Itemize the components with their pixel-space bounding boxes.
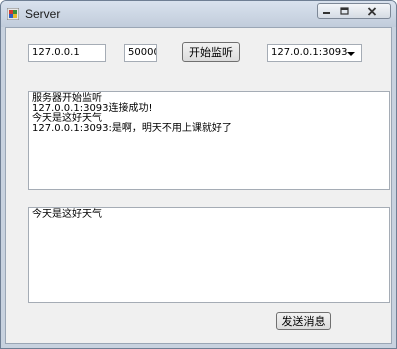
close-button[interactable]: [353, 3, 391, 19]
message-compose-input[interactable]: 今天是这好天气: [28, 207, 390, 303]
chevron-down-icon[interactable]: [347, 52, 355, 56]
compose-text: 今天是这好天气: [32, 209, 102, 220]
server-window: Server 127.0.0.1 50000 开始监听 127.0.0.1:30…: [0, 0, 397, 349]
port-input[interactable]: 50000: [124, 44, 157, 62]
app-icon: [7, 8, 19, 20]
maximize-button[interactable]: [335, 3, 354, 19]
message-log[interactable]: 服务器开始监听 127.0.0.1:3093连接成功! 今天是这好天气 127.…: [28, 91, 390, 190]
client-area: 127.0.0.1 50000 开始监听 127.0.0.1:3093 服务器开…: [5, 27, 392, 344]
send-message-button[interactable]: 发送消息: [276, 312, 331, 330]
client-select[interactable]: 127.0.0.1:3093: [267, 44, 362, 62]
log-line: 127.0.0.1:3093:是啊，明天不用上课就好了: [32, 123, 232, 134]
close-icon: [367, 6, 376, 16]
client-select-value: 127.0.0.1:3093: [271, 47, 348, 58]
ip-address-input[interactable]: 127.0.0.1: [28, 44, 106, 62]
start-listen-button[interactable]: 开始监听: [182, 42, 240, 62]
minimize-button[interactable]: [317, 3, 336, 19]
minimize-icon: [323, 12, 330, 14]
maximize-icon: [339, 7, 349, 15]
title-bar[interactable]: Server: [1, 1, 396, 27]
window-title: Server: [25, 7, 61, 21]
